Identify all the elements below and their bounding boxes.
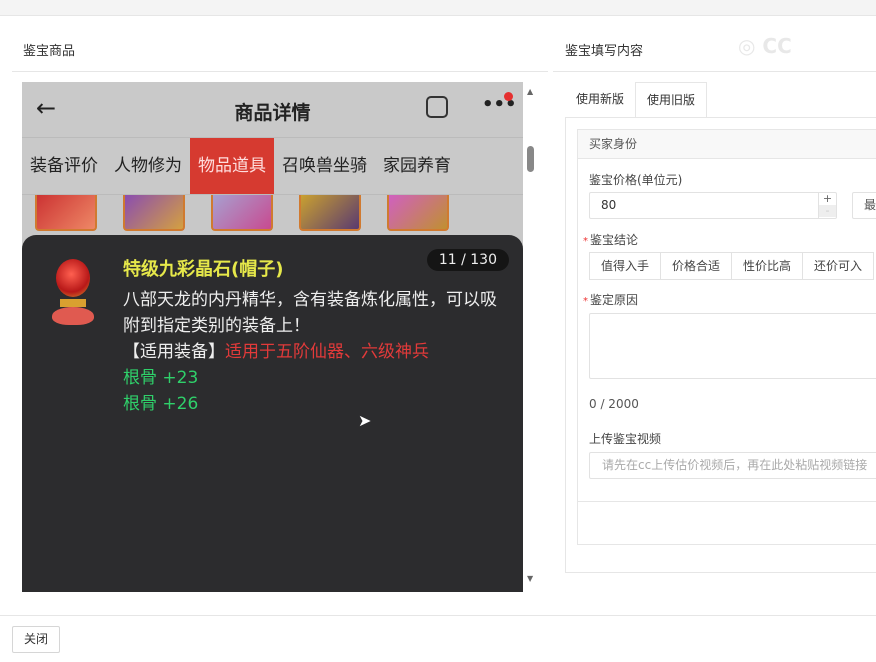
item-counter: 11 / 130 bbox=[426, 249, 509, 271]
option-good-value[interactable]: 性价比高 bbox=[731, 252, 804, 280]
tab-character[interactable]: 人物修为 bbox=[106, 138, 190, 194]
item-stat: 根骨 +26 bbox=[123, 394, 199, 414]
section-title: 买家身份 bbox=[578, 130, 876, 159]
item-description: 八部天龙的内丹精华，含有装备炼化属性，可以吸附到指定类别的装备上！ bbox=[123, 290, 497, 336]
item-thumb[interactable] bbox=[211, 195, 273, 231]
applicable-value: 适用于五阶仙器、六级神兵 bbox=[225, 342, 429, 362]
gem-icon bbox=[44, 255, 102, 333]
item-thumbnails bbox=[22, 195, 523, 235]
option-worth-buying[interactable]: 值得入手 bbox=[589, 252, 662, 280]
tab-equipment[interactable]: 装备评价 bbox=[22, 138, 106, 194]
price-label: 鉴宝价格(单位元) bbox=[589, 173, 683, 187]
fieldset-divider bbox=[578, 501, 876, 502]
left-panel-title: 鉴宝商品 bbox=[23, 44, 76, 59]
item-thumb[interactable] bbox=[387, 195, 449, 231]
price-stepper[interactable]: + - bbox=[818, 193, 836, 218]
video-label: 上传鉴宝视频 bbox=[589, 432, 662, 446]
phone-scrollbar[interactable]: ▲ ▼ bbox=[524, 82, 537, 592]
conclusion-options: 值得入手 价格合适 性价比高 还价可入 bbox=[589, 252, 875, 280]
top-bar bbox=[0, 0, 876, 16]
item-thumb[interactable] bbox=[123, 195, 185, 231]
reason-char-counter: 0 / 2000 bbox=[589, 397, 639, 411]
right-panel-title: 鉴宝填写内容 bbox=[565, 44, 644, 59]
mouse-cursor-icon: ➤ bbox=[358, 411, 372, 430]
item-stat: 根骨 +23 bbox=[123, 368, 199, 388]
item-thumb[interactable] bbox=[35, 195, 97, 231]
phone-tabs: 装备评价 人物修为 物品道具 召唤兽坐骑 家园养育 bbox=[22, 138, 523, 195]
left-divider bbox=[12, 71, 548, 72]
tab-items[interactable]: 物品道具 bbox=[190, 138, 274, 194]
tab-old-version[interactable]: 使用旧版 bbox=[635, 82, 708, 118]
share-icon[interactable] bbox=[426, 96, 448, 118]
right-divider bbox=[553, 71, 876, 72]
price-side-button[interactable]: 最 bbox=[852, 192, 876, 219]
notification-dot bbox=[504, 92, 513, 101]
phone-preview: ← 商品详情 ••• 装备评价 人物修为 物品道具 召唤兽坐骑 家园养育 特级九… bbox=[22, 82, 523, 592]
option-fair-price[interactable]: 价格合适 bbox=[660, 252, 733, 280]
reason-textarea[interactable] bbox=[589, 313, 876, 379]
conclusion-label: 鉴宝结论 bbox=[590, 233, 639, 247]
watermark-logo: ◎ CC bbox=[738, 34, 792, 58]
footer-divider bbox=[0, 615, 876, 616]
item-tooltip: 特级九彩晶石(帽子) 11 / 130 八部天龙的内丹精华，含有装备炼化属性，可… bbox=[22, 235, 523, 592]
option-negotiable[interactable]: 还价可入 bbox=[802, 252, 875, 280]
applicable-label: 【适用装备】 bbox=[123, 342, 225, 362]
tab-new-version[interactable]: 使用新版 bbox=[565, 82, 635, 118]
reason-label: 鉴定原因 bbox=[590, 293, 639, 307]
price-input[interactable]: 80 bbox=[589, 192, 837, 219]
form-version-tabs: 使用新版 使用旧版 bbox=[565, 82, 708, 118]
tab-pets[interactable]: 召唤兽坐骑 bbox=[274, 138, 375, 194]
tab-home[interactable]: 家园养育 bbox=[375, 138, 459, 194]
close-button[interactable]: 关闭 bbox=[12, 626, 60, 653]
item-name: 特级九彩晶石(帽子) bbox=[123, 259, 284, 280]
scrollbar-thumb[interactable] bbox=[527, 146, 534, 172]
item-thumb[interactable] bbox=[299, 195, 361, 231]
video-link-input[interactable]: 请先在cc上传估价视频后，再在此处粘贴视频链接 bbox=[589, 452, 876, 479]
